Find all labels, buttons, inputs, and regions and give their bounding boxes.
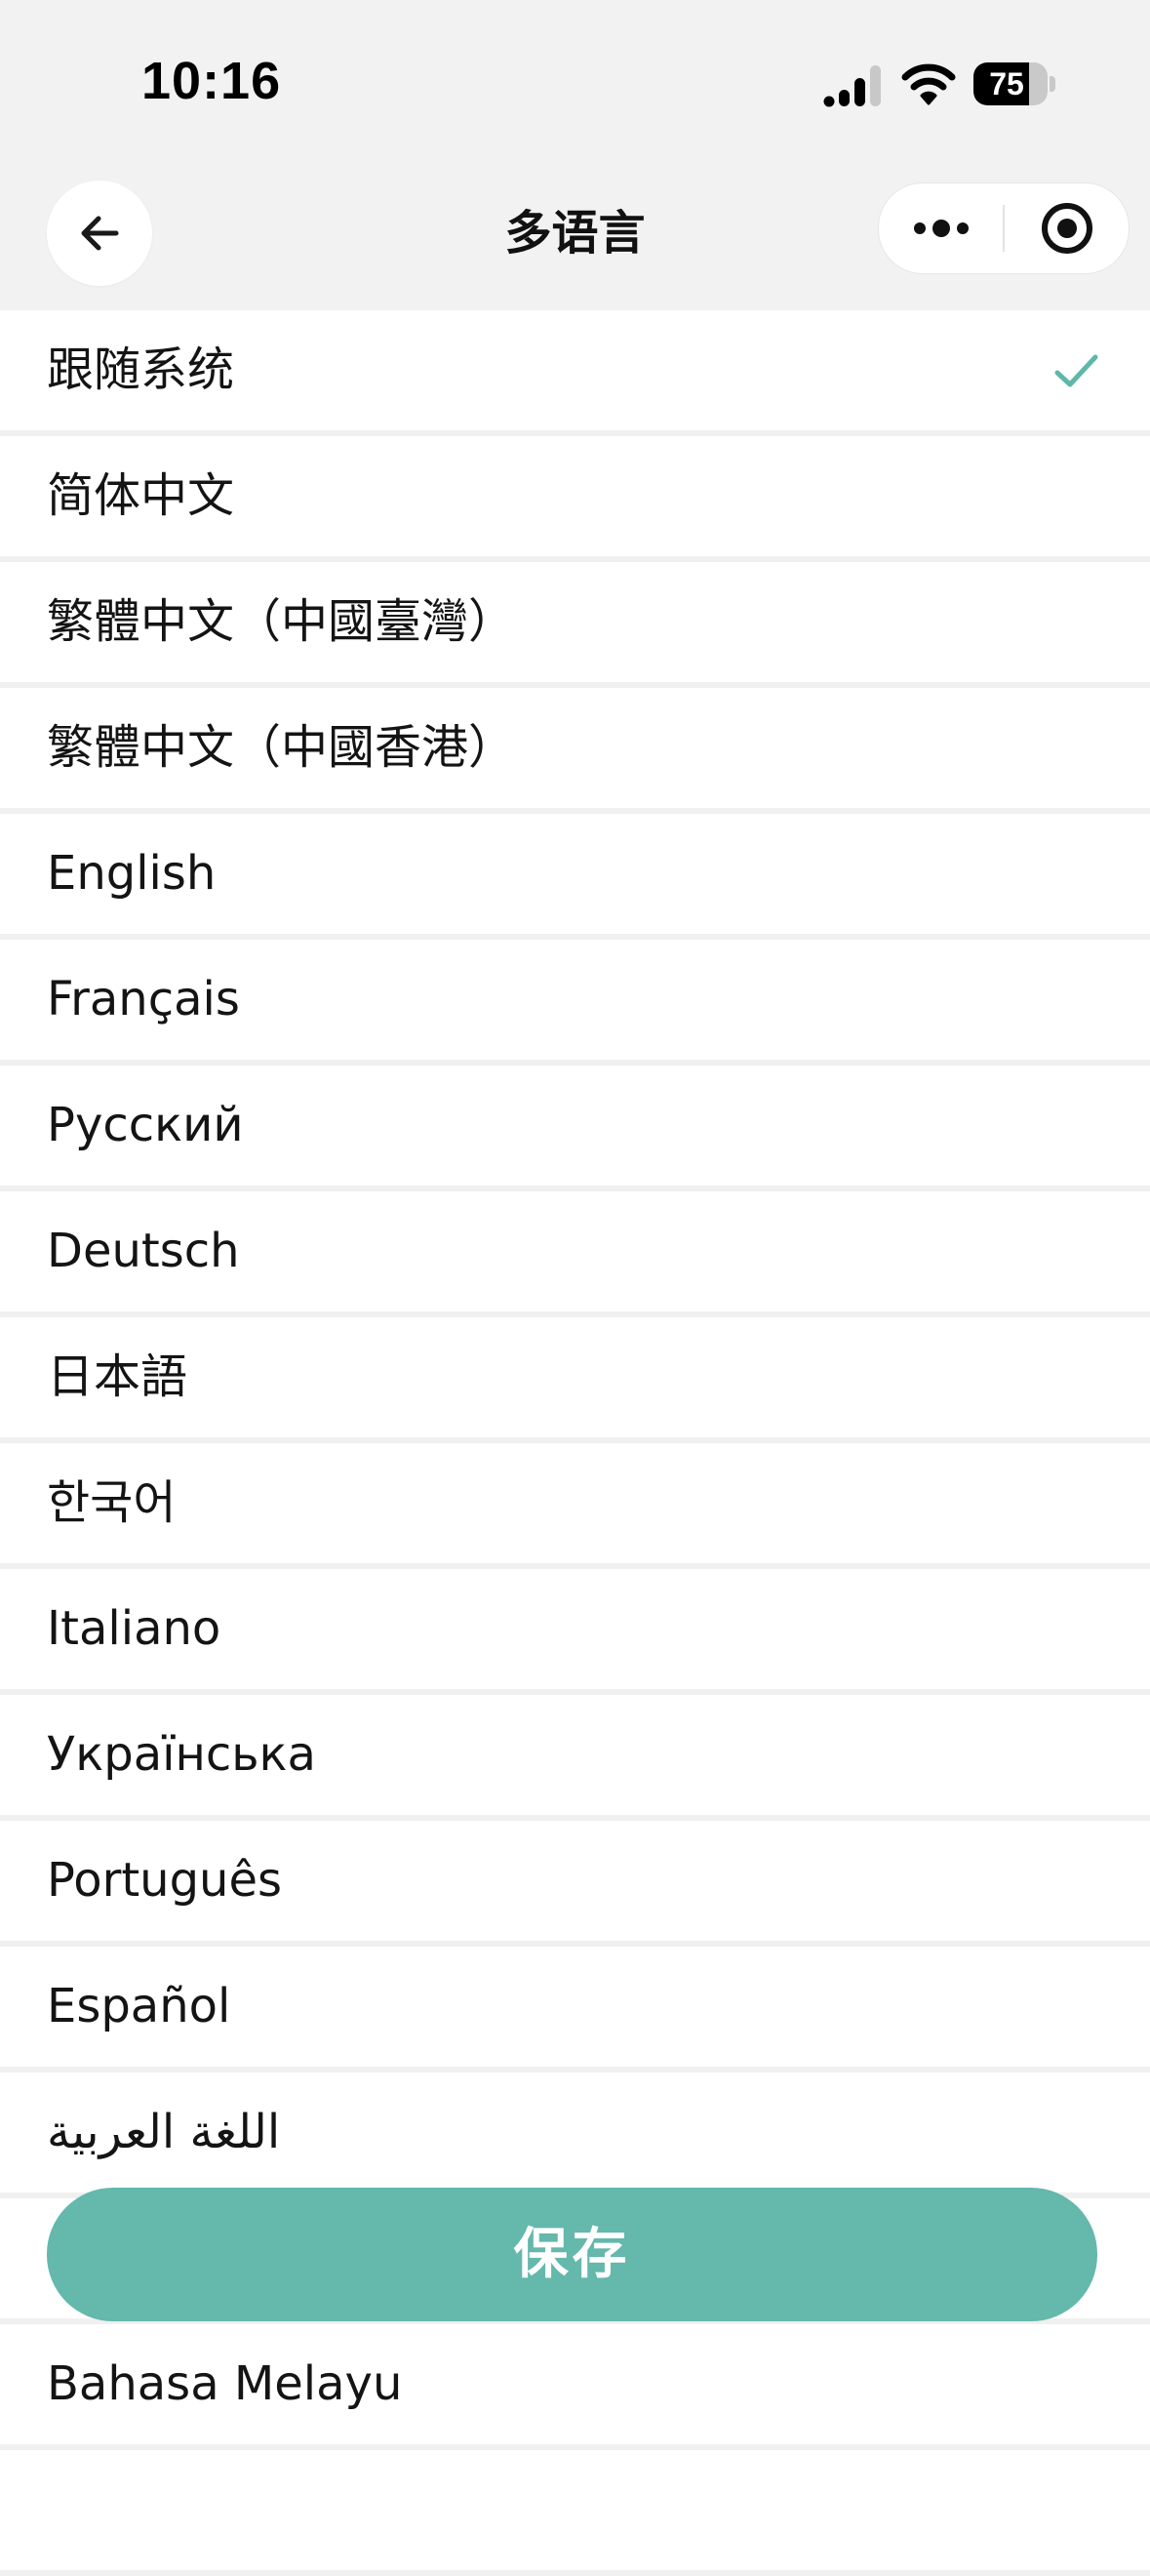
- language-label: 简体中文: [47, 468, 235, 523]
- language-label: Français: [47, 972, 240, 1026]
- language-label: Deutsch: [47, 1224, 240, 1278]
- language-option[interactable]: Русский: [0, 1066, 1150, 1191]
- arrow-left-icon: [81, 216, 119, 251]
- language-option[interactable]: 繁體中文（中國香港）: [0, 688, 1150, 814]
- language-option[interactable]: Bahasa Melayu: [0, 2324, 1150, 2450]
- language-label: Українська: [47, 1727, 316, 1782]
- language-option[interactable]: English: [0, 814, 1150, 940]
- language-label: 한국어: [47, 1475, 177, 1530]
- status-bar: 10:16 75: [0, 0, 1150, 166]
- language-label: 繁體中文（中國臺灣）: [47, 594, 516, 649]
- nav-bar: 多语言: [0, 166, 1150, 310]
- checkmark-icon: [1054, 354, 1098, 387]
- language-option[interactable]: [0, 2450, 1150, 2576]
- close-button[interactable]: [1005, 183, 1129, 273]
- language-label: Italiano: [47, 1601, 221, 1656]
- language-option[interactable]: Français: [0, 940, 1150, 1066]
- language-label: 跟随系统: [47, 342, 235, 397]
- signal-icon: [823, 65, 881, 107]
- language-option[interactable]: 日本語: [0, 1317, 1150, 1443]
- language-label: English: [47, 846, 217, 901]
- language-option[interactable]: 한국어: [0, 1443, 1150, 1569]
- language-label: اللغة العربية: [47, 2105, 281, 2159]
- language-option[interactable]: Deutsch: [0, 1191, 1150, 1317]
- language-option[interactable]: 跟随系统: [0, 310, 1150, 436]
- back-button[interactable]: [47, 181, 152, 286]
- language-label: 繁體中文（中國香港）: [47, 720, 516, 775]
- battery-icon: 75: [973, 62, 1055, 105]
- language-option[interactable]: Italiano: [0, 1569, 1150, 1695]
- status-time: 10:16: [141, 52, 282, 110]
- language-label: Português: [47, 1853, 283, 1908]
- language-option[interactable]: 简体中文: [0, 436, 1150, 562]
- language-option[interactable]: Español: [0, 1947, 1150, 2073]
- language-label: Español: [47, 1979, 231, 2033]
- language-label: Русский: [47, 1098, 244, 1152]
- more-dots-icon: [913, 220, 969, 237]
- target-circle-icon: [1041, 203, 1092, 254]
- language-option[interactable]: 繁體中文（中國臺灣）: [0, 562, 1150, 688]
- save-button[interactable]: 保存: [47, 2188, 1097, 2321]
- language-option[interactable]: Українська: [0, 1695, 1150, 1821]
- language-label: Bahasa Melayu: [47, 2356, 403, 2411]
- language-option[interactable]: اللغة العربية: [0, 2073, 1150, 2198]
- more-button[interactable]: [879, 183, 1003, 273]
- mini-program-capsule: [878, 182, 1130, 274]
- wifi-icon: [901, 63, 956, 105]
- battery-level: 75: [989, 66, 1024, 101]
- language-option[interactable]: Português: [0, 1821, 1150, 1947]
- language-label: 日本語: [47, 1349, 188, 1404]
